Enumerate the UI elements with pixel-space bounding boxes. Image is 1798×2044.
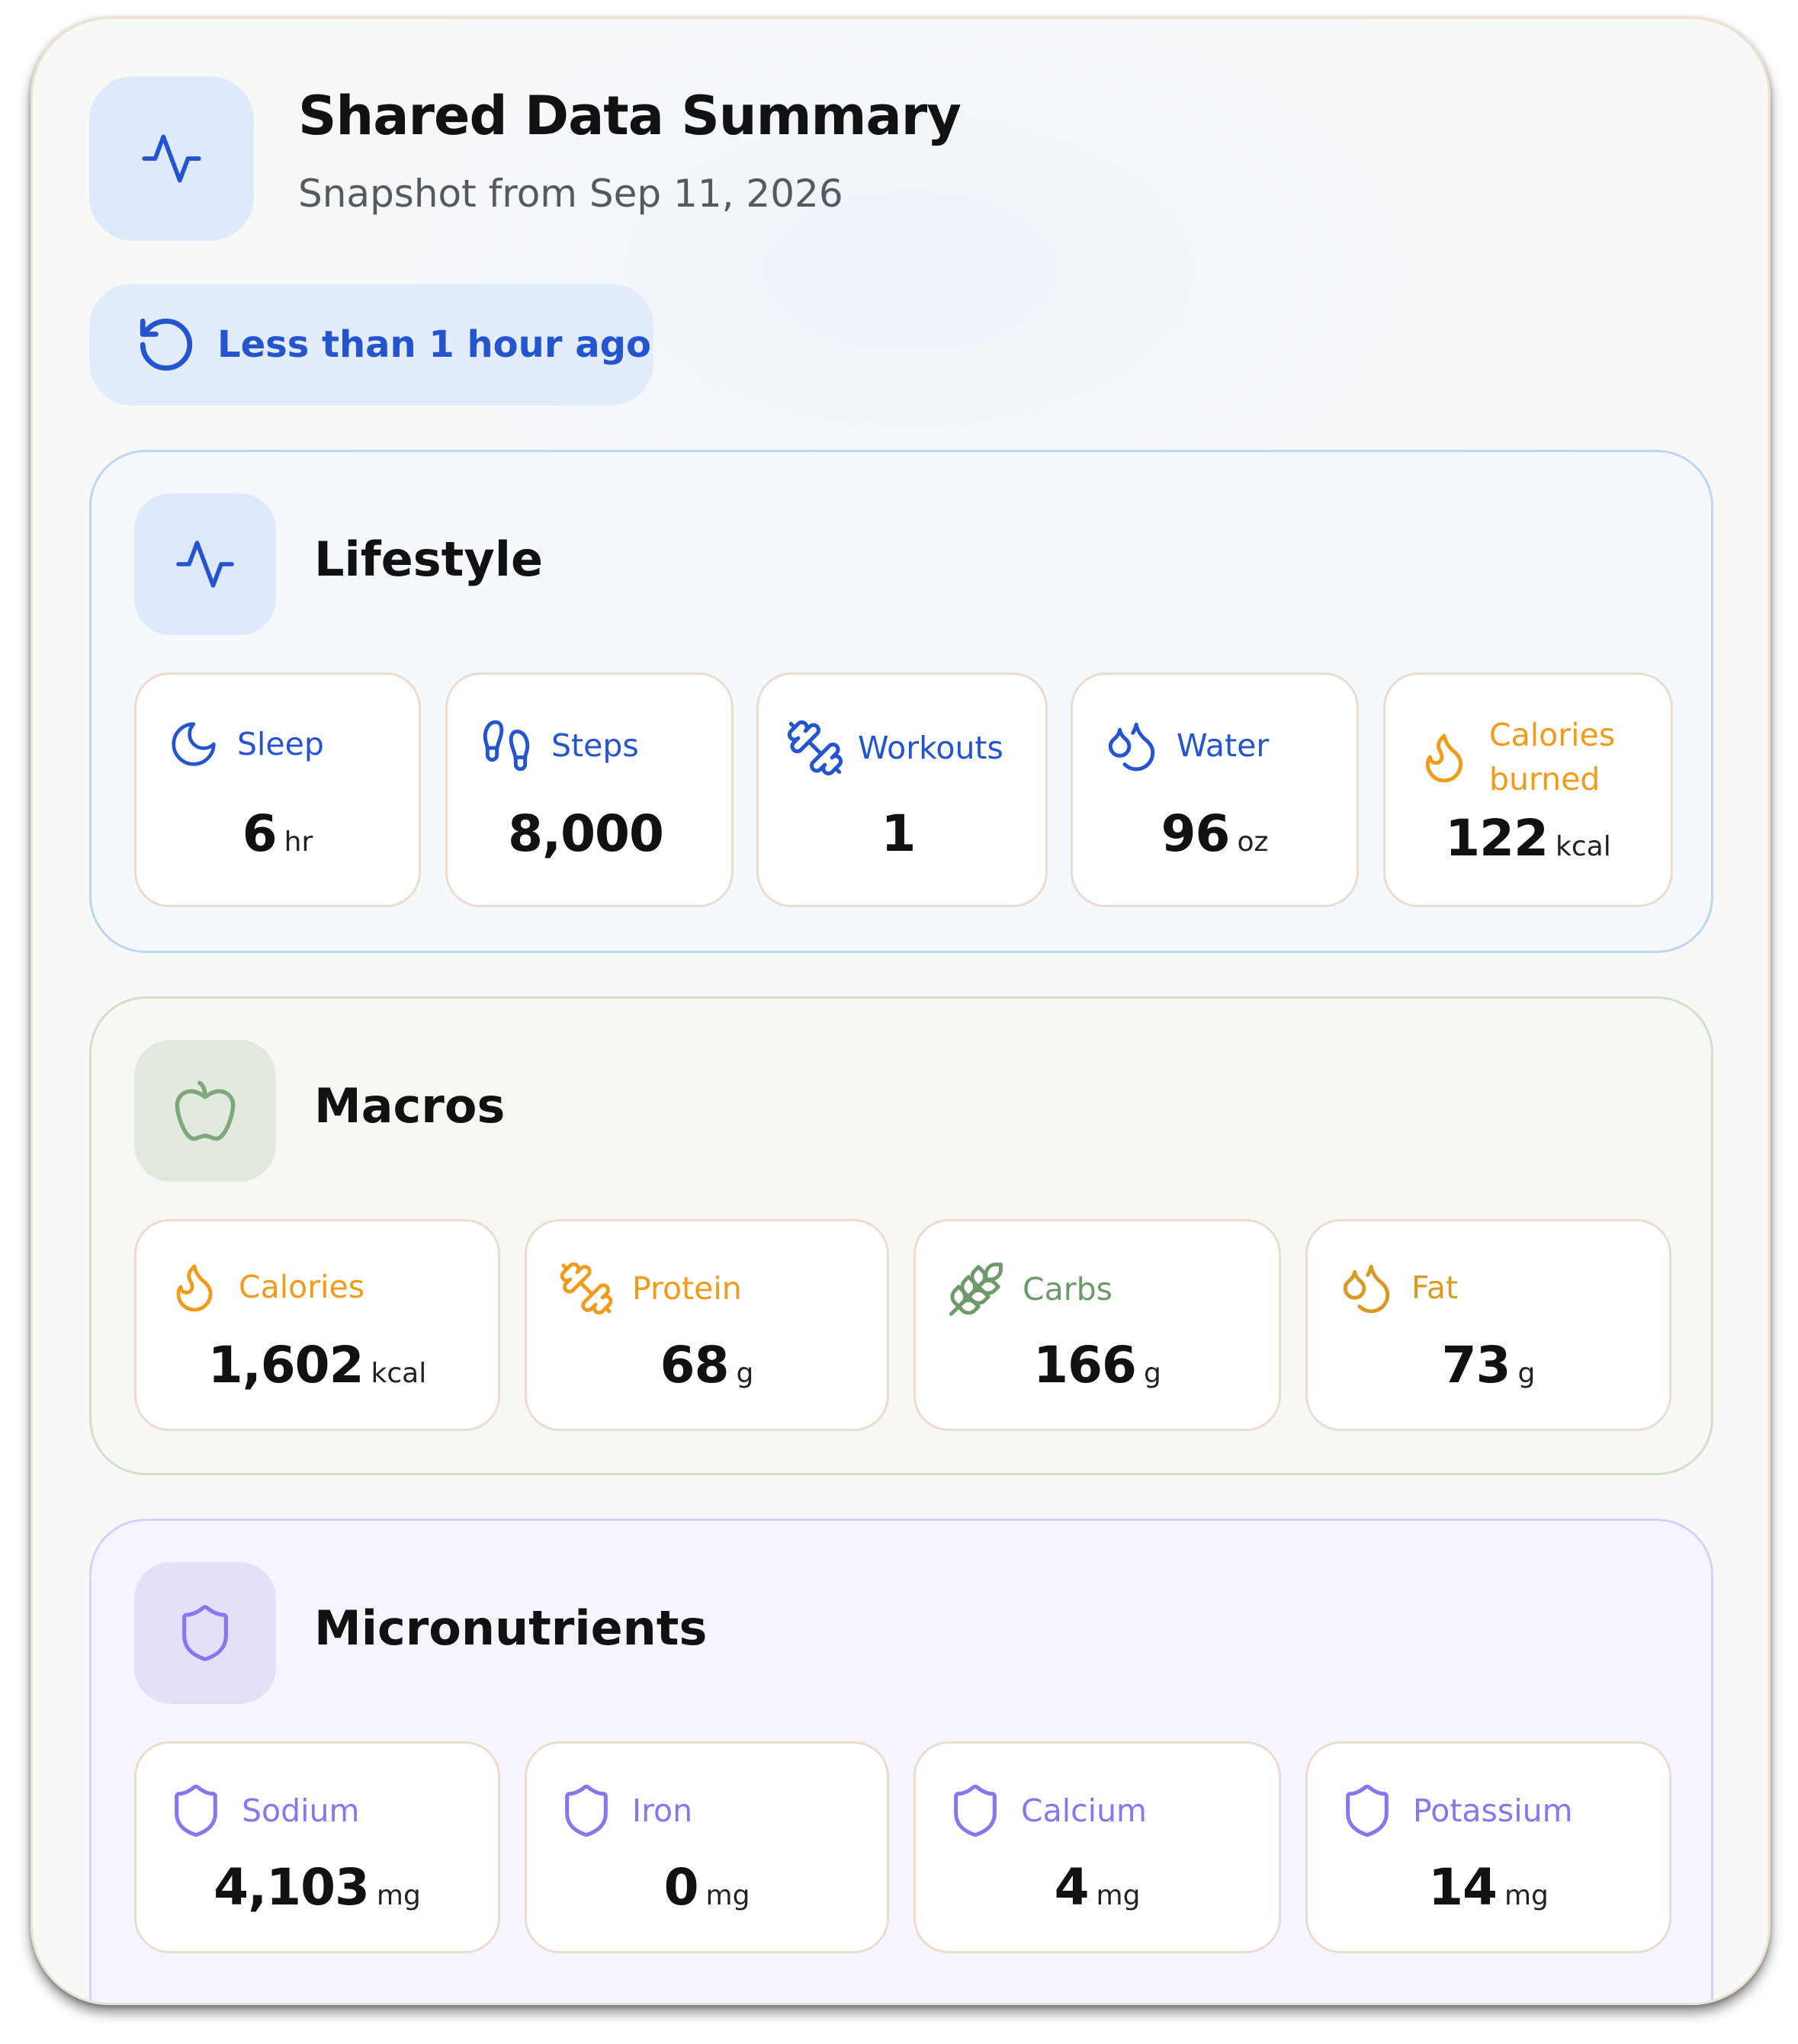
metric-label-line1: Calories bbox=[1489, 717, 1616, 753]
metric-value: 6 bbox=[242, 804, 278, 863]
metric-tile-calories-burned[interactable]: Calories burned 122 kcal bbox=[1383, 672, 1673, 907]
wheat-icon bbox=[949, 1263, 1003, 1316]
metric-tile-calcium[interactable]: Calcium 4 mg bbox=[913, 1741, 1281, 1953]
metric-label: Sleep bbox=[237, 726, 324, 762]
last-updated-pill[interactable]: Less than 1 hour ago bbox=[89, 284, 653, 406]
activity-pulse-icon bbox=[134, 493, 276, 635]
apple-icon bbox=[134, 1040, 276, 1182]
metric-value: 1,602 bbox=[207, 1336, 364, 1394]
metric-unit: kcal bbox=[371, 1358, 427, 1389]
metric-unit: kcal bbox=[1556, 831, 1611, 862]
metric-value: 4 bbox=[1054, 1858, 1090, 1917]
activity-pulse-icon bbox=[89, 76, 254, 241]
metric-label: Workouts bbox=[858, 730, 1003, 766]
metric-value: 122 bbox=[1445, 809, 1549, 868]
metric-value: 0 bbox=[663, 1858, 699, 1917]
metric-value: 14 bbox=[1428, 1858, 1498, 1917]
metric-value: 73 bbox=[1441, 1336, 1511, 1394]
metric-value: 8,000 bbox=[508, 804, 664, 863]
metric-value: 1 bbox=[881, 804, 917, 863]
metric-label: Calories burned bbox=[1489, 713, 1615, 801]
metric-label: Calcium bbox=[1021, 1792, 1148, 1829]
shield-icon bbox=[954, 1784, 997, 1837]
metric-tile-sodium[interactable]: Sodium 4,103 mg bbox=[134, 1741, 500, 1953]
metric-tile-protein[interactable]: Protein 68 g bbox=[525, 1219, 889, 1431]
metric-label: Steps bbox=[551, 727, 639, 764]
micronutrients-title: Micronutrients bbox=[314, 1600, 708, 1656]
metric-label: Calories bbox=[239, 1269, 365, 1305]
metric-label: Iron bbox=[632, 1792, 693, 1829]
metric-value: 68 bbox=[660, 1336, 730, 1394]
metric-label: Fat bbox=[1411, 1269, 1459, 1306]
snapshot-date: Snapshot from Sep 11, 2026 bbox=[298, 172, 843, 216]
metric-tile-workouts[interactable]: Workouts 1 bbox=[756, 672, 1048, 907]
metric-unit: oz bbox=[1237, 826, 1269, 858]
metric-unit: mg bbox=[1096, 1880, 1141, 1911]
metric-label: Protein bbox=[632, 1270, 742, 1307]
shield-icon bbox=[175, 1784, 217, 1837]
metric-label: Water bbox=[1177, 727, 1270, 764]
metric-tile-potassium[interactable]: Potassium 14 mg bbox=[1305, 1741, 1671, 1953]
dumbbell-icon bbox=[788, 720, 843, 775]
metric-tile-iron[interactable]: Iron 0 mg bbox=[525, 1741, 889, 1953]
metric-label: Potassium bbox=[1413, 1792, 1573, 1829]
droplets-icon bbox=[1343, 1264, 1390, 1314]
metric-tile-carbs[interactable]: Carbs 166 g bbox=[913, 1219, 1281, 1431]
moon-icon bbox=[172, 722, 216, 766]
metric-unit: g bbox=[736, 1358, 754, 1389]
metric-unit: mg bbox=[1504, 1880, 1549, 1911]
shared-data-summary-card: Shared Data Summary Snapshot from Sep 11… bbox=[31, 17, 1771, 2005]
flame-icon bbox=[176, 1264, 213, 1312]
lifestyle-section: Lifestyle Sleep 6 hr Steps 8,000 Workout… bbox=[89, 450, 1713, 953]
shield-icon bbox=[134, 1562, 276, 1704]
metric-label: Carbs bbox=[1023, 1271, 1113, 1308]
metric-tile-steps[interactable]: Steps 8,000 bbox=[445, 672, 734, 907]
metric-label-line2: burned bbox=[1489, 761, 1601, 797]
metric-unit: g bbox=[1143, 1358, 1161, 1389]
metric-unit: mg bbox=[705, 1880, 750, 1911]
macros-section: Macros Calories 1,602 kcal Protein 68 g … bbox=[89, 996, 1713, 1475]
metric-label: Sodium bbox=[242, 1792, 360, 1829]
refresh-icon bbox=[140, 318, 193, 371]
metric-tile-water[interactable]: Water 96 oz bbox=[1071, 672, 1359, 907]
shield-icon bbox=[1346, 1784, 1389, 1837]
metric-unit: g bbox=[1517, 1358, 1536, 1389]
droplets-icon bbox=[1108, 722, 1155, 772]
macros-title: Macros bbox=[314, 1078, 506, 1134]
metric-tile-sleep[interactable]: Sleep 6 hr bbox=[134, 672, 421, 907]
micronutrients-section: Micronutrients Sodium 4,103mg Iron 0mg bbox=[89, 1519, 1713, 2003]
lifestyle-title: Lifestyle bbox=[314, 531, 544, 587]
shield-icon bbox=[565, 1784, 608, 1837]
dumbbell-icon bbox=[560, 1262, 613, 1315]
flame-icon bbox=[1425, 733, 1463, 783]
metric-unit: hr bbox=[284, 826, 313, 858]
metric-value: 96 bbox=[1161, 804, 1231, 863]
metric-value: 4,103 bbox=[214, 1858, 370, 1917]
metric-value: 166 bbox=[1033, 1336, 1137, 1394]
metric-unit: mg bbox=[376, 1880, 421, 1911]
metric-tile-fat[interactable]: Fat 73 g bbox=[1305, 1219, 1671, 1431]
metric-tile-calories[interactable]: Calories 1,602 kcal bbox=[134, 1219, 500, 1431]
footprints-icon bbox=[483, 720, 530, 772]
page-title: Shared Data Summary bbox=[298, 85, 962, 147]
last-updated-label: Less than 1 hour ago bbox=[217, 323, 651, 366]
